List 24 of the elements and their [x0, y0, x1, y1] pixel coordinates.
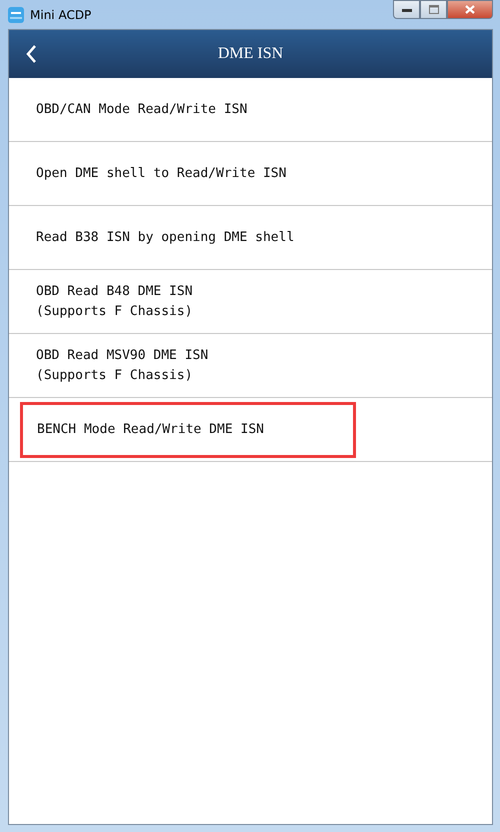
- menu-item-label: Open DME shell to Read/Write ISN: [36, 164, 286, 182]
- menu-item[interactable]: Open DME shell to Read/Write ISN: [9, 142, 492, 206]
- app-icon: [8, 6, 24, 22]
- minimize-icon: [402, 8, 412, 12]
- minimize-button[interactable]: [393, 0, 420, 19]
- menu-item-label: (Supports F Chassis): [36, 302, 193, 320]
- menu-item-label: Read B38 ISN by opening DME shell: [36, 228, 294, 246]
- menu-item[interactable]: OBD/CAN Mode Read/Write ISN: [9, 78, 492, 142]
- close-icon: [465, 5, 475, 14]
- maximize-icon: [428, 5, 438, 14]
- maximize-button[interactable]: [420, 0, 447, 19]
- menu-item[interactable]: OBD Read MSV90 DME ISN (Supports F Chassis): [9, 334, 492, 398]
- menu-item-label: OBD Read MSV90 DME ISN: [36, 346, 208, 364]
- menu-item-label: (Supports F Chassis): [36, 366, 194, 384]
- menu-item[interactable]: OBD Read B48 DME ISN (Supports F Chassis): [9, 270, 492, 334]
- menu-item-label: OBD/CAN Mode Read/Write ISN: [36, 100, 248, 118]
- page-title: DME ISN: [216, 45, 284, 63]
- back-button[interactable]: [25, 44, 37, 64]
- menu-item[interactable]: BENCH Mode Read/Write DME ISN: [9, 398, 492, 462]
- menu-item-label: BENCH Mode Read/Write DME ISN: [37, 420, 265, 438]
- window-title: Mini ACDP: [30, 8, 92, 22]
- menu-item-label: OBD Read B48 DME ISN: [36, 282, 193, 300]
- close-button[interactable]: [447, 0, 493, 19]
- menu-item[interactable]: Read B38 ISN by opening DME shell: [9, 206, 492, 270]
